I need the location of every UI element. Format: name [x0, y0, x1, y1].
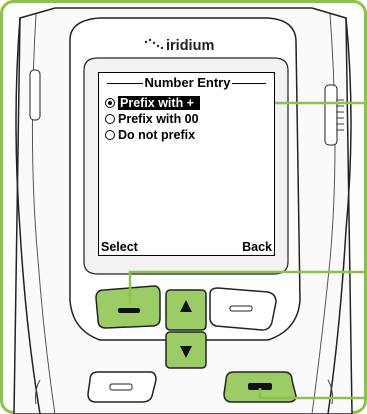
- softkey-left-icon[interactable]: [95, 285, 161, 329]
- side-button-left[interactable]: [29, 69, 41, 121]
- softkey-bar: Select Back: [99, 239, 274, 255]
- brand-logo: iridium: [166, 38, 215, 54]
- softkey-left-label[interactable]: Select: [101, 240, 138, 254]
- radio-selected-icon: [105, 98, 115, 108]
- option-label: Prefix with 00: [118, 112, 199, 126]
- radio-icon: [105, 114, 115, 124]
- up-arrow-icon[interactable]: [165, 289, 207, 331]
- option-no-prefix[interactable]: Do not prefix: [105, 127, 267, 143]
- softkey-right-label[interactable]: Back: [242, 240, 272, 254]
- option-prefix-00[interactable]: Prefix with 00: [105, 111, 267, 127]
- radio-icon: [105, 130, 115, 140]
- screen-title: Number Entry: [142, 75, 233, 90]
- option-label: Prefix with +: [118, 96, 200, 110]
- option-label: Do not prefix: [118, 128, 196, 142]
- send-call-icon[interactable]: [87, 371, 157, 403]
- option-prefix-plus[interactable]: Prefix with +: [105, 95, 267, 111]
- scroll-up-arrow-icon: [254, 98, 262, 111]
- lcd-screen: Number Entry Prefix with + Prefix with 0…: [98, 72, 275, 256]
- down-arrow-icon[interactable]: [165, 331, 207, 369]
- side-button-right[interactable]: [324, 84, 338, 146]
- softkey-right-icon[interactable]: [209, 287, 277, 331]
